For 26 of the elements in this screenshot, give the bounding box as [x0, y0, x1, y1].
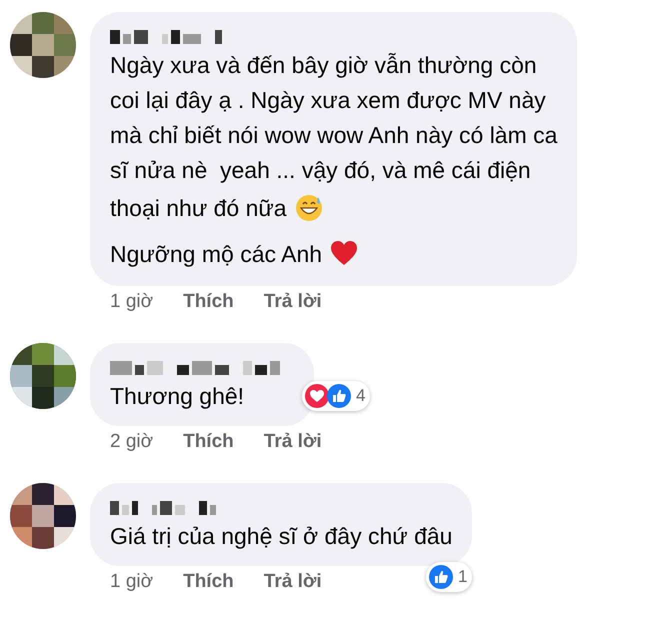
comment-text: Thương ghê!: [110, 382, 244, 411]
comment-text: mà chỉ biết nói wow wow Anh này có làm ca: [110, 121, 558, 150]
reply-link[interactable]: Trả lời: [264, 431, 322, 453]
grinning-sweat-emoji-icon: [294, 194, 323, 222]
like-link[interactable]: Thích: [183, 291, 234, 313]
reaction-badge[interactable]: 1: [426, 562, 472, 592]
like-link[interactable]: Thích: [183, 571, 234, 593]
timestamp: 1 giờ: [110, 571, 154, 593]
timestamp: 1 giờ: [110, 291, 154, 313]
comment-text: Ngày xưa và đến bây giờ vẫn thường còn: [110, 51, 537, 80]
timestamp: 2 giờ: [110, 431, 154, 453]
reaction-count: 4: [356, 386, 366, 406]
reaction-badge[interactable]: 4: [302, 381, 370, 411]
reaction-count: 1: [458, 567, 468, 587]
reply-link[interactable]: Trả lời: [264, 291, 322, 313]
like-link[interactable]: Thích: [183, 431, 234, 453]
comment-text: Ngưỡng mộ các Anh: [110, 240, 322, 269]
thumbs-up-reaction-icon: [428, 564, 454, 590]
heart-emoji-icon: [330, 240, 358, 268]
thumbs-up-reaction-icon: [326, 383, 352, 409]
reply-link[interactable]: Trả lời: [264, 571, 322, 593]
comment-text: coi lại đây ạ . Ngày xưa xem được MV này: [110, 86, 546, 115]
comment-text: Giá trị của nghệ sĩ ở đây chứ đâu: [110, 522, 452, 551]
comment-text: thoại như đó nữa: [110, 194, 287, 222]
comment-text: sĩ nửa nè yeah ... vậy đó, và mê cái điện: [110, 156, 531, 185]
heart-reaction-icon: [304, 383, 330, 409]
